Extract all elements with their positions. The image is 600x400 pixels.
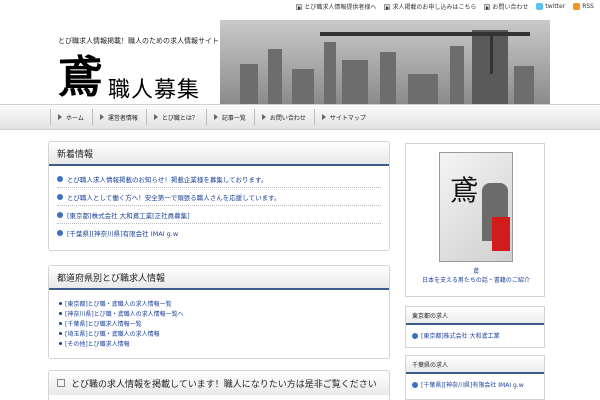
rss-icon [573,3,581,10]
nav-home[interactable]: ホーム [50,109,92,125]
nav-contact[interactable]: お問い合わせ [253,109,314,125]
bullet-icon [57,175,63,182]
toplink-label: お問い合わせ [492,4,529,11]
sidebar-box-title: 千葉県の求人 [406,356,544,374]
bottom-panel: とび職の求人情報を掲載しています！職人になりたい方は是非ご覧ください [48,370,390,400]
bullet-icon [57,211,63,218]
category-link[interactable]: [その他]とび職求人情報 [59,338,379,348]
nav-sitemap[interactable]: サイトマップ [313,109,374,125]
category-link[interactable]: [千葉県]とび職求人情報一覧 [59,318,379,328]
category-panel: 都道府県別とび職求人情報 [東京都]とび職・鳶職人の求人情報一覧 [神奈川県]と… [48,265,390,359]
bullet-icon [57,193,63,200]
bullet-icon [412,381,418,388]
news-item[interactable]: [千葉県][神奈川県]有限会社 IMAI g.w [57,224,381,242]
nav-what-is-tobi[interactable]: とび職とは？ [145,109,206,125]
nav-articles[interactable]: 記事一覧 [205,109,254,125]
site-tagline: とび職求人情報掲載！職人のための求人情報サイト [58,37,219,45]
news-item[interactable]: とび職人求人情報掲載のお知らせ！掲載企業様を募集しております。 [57,170,381,188]
book-widget: 鳶 鳶 日本を支える男たちの話・書籍のご紹介 [405,143,545,297]
toplink-info[interactable]: とび職求人情報提供者様へ [296,2,376,11]
bottom-panel-title: とび職の求人情報を掲載しています！職人になりたい方は是非ご覧ください [49,371,389,395]
category-link[interactable]: [神奈川県]とび職・鳶職人の求人情報一覧へ [59,308,379,318]
news-item[interactable]: とび職人として働く方へ！安全第一で頑張る職人さんを応援しています。 [57,188,381,206]
top-links: とび職求人情報提供者様へ 求人掲載のお申し込みはこちら お問い合わせ twitt… [296,2,594,11]
book-link[interactable]: 鳶 日本を支える男たちの話・書籍のご紹介 [406,266,546,284]
global-nav: ホーム 運営者情報 とび職とは？ 記事一覧 お問い合わせ サイトマップ [50,109,374,125]
site-title[interactable]: 職人募集 [108,72,200,104]
toplink-label: twitter [545,3,566,10]
twitter-icon [536,3,544,10]
sidebar-link[interactable]: [千葉県][神奈川県]有限会社 IMAI g.w [406,374,544,395]
nav-about[interactable]: 運営者情報 [91,109,146,125]
toplink-twitter[interactable]: twitter [536,3,565,10]
arrow-icon [384,3,391,10]
sidebar-tokyo-box: 東京都の求人 [東京都]株式会社 大和鳶工業 [405,306,545,348]
site-header: とび職求人情報掲載！職人のための求人情報サイト 鳶 職人募集 [50,20,550,104]
news-item[interactable]: [東京都]株式会社 大和鳶工業[正社員募集] [57,206,381,224]
toplink-apply[interactable]: 求人掲載のお申し込みはこちら [384,2,476,11]
bottom-panel-title-text[interactable]: とび職の求人情報を掲載しています！職人になりたい方は是非ご覧ください [71,377,377,390]
sidebar-box-title: 東京都の求人 [406,307,544,325]
arrow-icon [484,3,491,10]
news-panel: 新着情報 とび職人求人情報掲載のお知らせ！掲載企業様を募集しております。 とび職… [48,141,390,251]
bullet-icon [412,332,418,339]
site-logo[interactable]: 鳶 [58,56,102,100]
news-link[interactable]: [千葉県][神奈川県]有限会社 IMAI g.w [67,228,178,238]
toplink-label: RSS [582,3,594,10]
news-link[interactable]: [東京都]株式会社 大和鳶工業[正社員募集] [67,210,190,220]
toplink-label: とび職求人情報提供者様へ [304,4,377,11]
category-list: [東京都]とび職・鳶職人の求人情報一覧 [神奈川県]とび職・鳶職人の求人情報一覧… [49,290,389,356]
toplink-contact[interactable]: お問い合わせ [484,2,528,11]
sidebar-link[interactable]: [東京都]株式会社 大和鳶工業 [406,325,544,346]
book-cover-image[interactable]: 鳶 [439,152,513,262]
toplink-label: 求人掲載のお申し込みはこちら [392,4,477,11]
global-nav-bar: ホーム 運営者情報 とび職とは？ 記事一覧 お問い合わせ サイトマップ [0,104,600,130]
news-title: 新着情報 [49,142,389,166]
sidebar-chiba-box: 千葉県の求人 [千葉県][神奈川県]有限会社 IMAI g.w [405,355,545,400]
news-list: とび職人求人情報掲載のお知らせ！掲載企業様を募集しております。 とび職人として働… [49,166,389,242]
skyline-image [220,20,550,104]
toplink-rss[interactable]: RSS [573,3,594,10]
news-link[interactable]: とび職人求人情報掲載のお知らせ！掲載企業様を募集しております。 [67,174,267,184]
category-link[interactable]: [埼玉県]とび職・鳶職人の求人情報 [59,328,379,338]
post-icon [57,379,65,387]
top-bar: とび職求人情報提供者様へ 求人掲載のお申し込みはこちら お問い合わせ twitt… [0,0,600,14]
arrow-icon [296,3,303,10]
category-link[interactable]: [東京都]とび職・鳶職人の求人情報一覧 [59,298,379,308]
bullet-icon [57,230,63,236]
news-link[interactable]: とび職人として働く方へ！安全第一で頑張る職人さんを応援しています。 [67,192,280,202]
category-title: 都道府県別とび職求人情報 [49,266,389,290]
